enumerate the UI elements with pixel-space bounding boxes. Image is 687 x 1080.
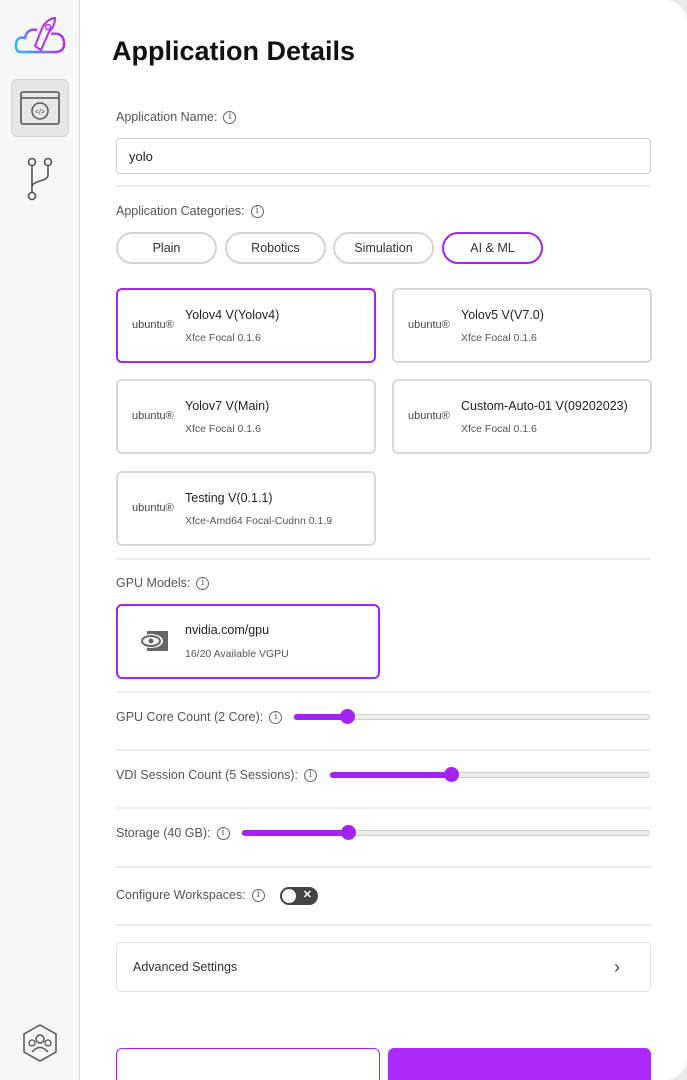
image-card[interactable]: ubuntu® Yolov5 V(V7.0) Xfce Focal 0.1.6 xyxy=(392,288,652,363)
slider-thumb[interactable] xyxy=(340,709,356,724)
sidebar: </> xyxy=(0,0,80,1080)
category-simulation[interactable]: Simulation xyxy=(333,232,434,264)
label-text: Application Categories: xyxy=(116,204,245,218)
category-robotics[interactable]: Robotics xyxy=(225,232,326,264)
app-name-input[interactable]: yolo xyxy=(116,138,651,174)
ubuntu-logo: ubuntu® xyxy=(408,319,450,331)
info-icon[interactable]: i xyxy=(196,576,210,590)
sidebar-item-application[interactable]: </> xyxy=(11,79,69,137)
info-icon[interactable]: i xyxy=(216,826,230,840)
git-branch-icon xyxy=(27,157,53,201)
ubuntu-logo: ubuntu® xyxy=(408,410,450,422)
svg-text:</>: </> xyxy=(35,109,45,116)
label-text: Configure Workspaces: xyxy=(116,888,246,902)
storage-slider[interactable] xyxy=(241,825,650,840)
divider xyxy=(116,691,651,693)
gpu-core-slider[interactable] xyxy=(293,709,650,724)
image-card[interactable]: ubuntu® Custom-Auto-01 V(09202023) Xfce Fo… xyxy=(392,379,652,454)
slider-thumb[interactable] xyxy=(444,767,460,782)
vdi-session-slider[interactable] xyxy=(329,767,650,782)
image-title: Custom-Auto-01 V(09202023) xyxy=(461,399,628,413)
rocket-cloud-logo-icon[interactable] xyxy=(10,10,70,60)
divider xyxy=(116,749,651,751)
image-title: Yolov5 V(V7.0) xyxy=(461,308,544,322)
slider-thumb[interactable] xyxy=(340,825,356,840)
info-icon[interactable]: i xyxy=(250,204,264,218)
close-icon: ✕ xyxy=(302,889,312,901)
page-title: Application Details xyxy=(112,36,356,66)
workspaces-label: Configure Workspaces: i xyxy=(116,888,265,902)
slider-fill xyxy=(294,714,348,720)
slider-fill xyxy=(330,772,452,778)
image-title: Yolov4 V(Yolov4) xyxy=(185,308,280,322)
code-settings-icon: </> xyxy=(20,91,60,125)
label-text: VDI Session Count (5 Sessions): xyxy=(116,768,299,782)
info-icon[interactable]: i xyxy=(269,710,283,724)
secondary-button[interactable] xyxy=(116,1048,380,1080)
sidebar-item-branches[interactable] xyxy=(11,150,69,208)
image-subtitle: Xfce Focal 0.1.6 xyxy=(185,423,261,435)
image-subtitle: Xfce Focal 0.1.6 xyxy=(185,332,261,344)
advanced-settings-button[interactable]: Advanced Settings › xyxy=(116,942,651,992)
info-icon[interactable]: i xyxy=(251,888,265,902)
chevron-right-icon: › xyxy=(614,956,620,977)
slider-fill xyxy=(242,830,348,836)
main-panel: Application Details Application Name: i y… xyxy=(80,0,687,1080)
advanced-settings-label: Advanced Settings xyxy=(133,960,238,974)
toggle-knob xyxy=(282,889,296,903)
category-ai-ml[interactable]: AI & ML xyxy=(442,232,543,264)
nvidia-logo-icon xyxy=(139,631,168,651)
gpu-core-label: GPU Core Count (2 Core): i xyxy=(116,710,283,724)
image-card[interactable]: ubuntu® Testing V(0.1.1) Xfce-Amd64 Focal-… xyxy=(116,471,376,546)
image-title: Yolov7 V(Main) xyxy=(185,399,270,413)
image-subtitle: Xfce Focal 0.1.6 xyxy=(461,332,537,344)
primary-button[interactable] xyxy=(388,1048,651,1080)
label-text: GPU Models: xyxy=(116,576,191,590)
ubuntu-logo: ubuntu® xyxy=(132,410,174,422)
vdi-session-label: VDI Session Count (5 Sessions): i xyxy=(116,768,318,782)
ubuntu-logo: ubuntu® xyxy=(132,319,174,331)
label-text: Storage (40 GB): xyxy=(116,826,211,840)
info-icon[interactable]: i xyxy=(304,768,318,782)
divider xyxy=(116,924,651,926)
divider xyxy=(116,558,651,560)
image-subtitle: Xfce-Amd64 Focal-Cudnn 0.1.9 xyxy=(185,515,333,527)
label-text: GPU Core Count (2 Core): xyxy=(116,710,264,724)
image-card[interactable]: ubuntu® Yolov4 V(Yolov4) Xfce Focal 0.1.6 xyxy=(116,288,376,363)
label-text: Application Name: xyxy=(116,110,218,124)
workspaces-toggle[interactable]: ✕ xyxy=(280,887,318,905)
image-title: Testing V(0.1.1) xyxy=(185,491,273,505)
team-network-icon xyxy=(23,1024,57,1062)
ubuntu-logo: ubuntu® xyxy=(132,502,174,514)
gpu-available: 16/20 Available VGPU xyxy=(185,648,289,660)
sidebar-item-team[interactable] xyxy=(11,1014,69,1072)
app-name-label: Application Name: i xyxy=(116,110,237,124)
image-subtitle: Xfce Focal 0.1.6 xyxy=(461,423,537,435)
categories-label: Application Categories: i xyxy=(116,204,264,218)
gpu-name: nvidia.com/gpu xyxy=(185,623,270,637)
info-icon[interactable]: i xyxy=(223,110,237,124)
category-plain[interactable]: Plain xyxy=(116,232,217,264)
gpu-card[interactable]: nvidia.com/gpu 16/20 Available VGPU xyxy=(116,604,380,679)
image-card[interactable]: ubuntu® Yolov7 V(Main) Xfce Focal 0.1.6 xyxy=(116,379,376,454)
gpu-models-label: GPU Models: i xyxy=(116,576,210,590)
divider xyxy=(116,866,651,868)
storage-label: Storage (40 GB): i xyxy=(116,826,230,840)
divider xyxy=(116,185,651,187)
divider xyxy=(116,807,651,809)
